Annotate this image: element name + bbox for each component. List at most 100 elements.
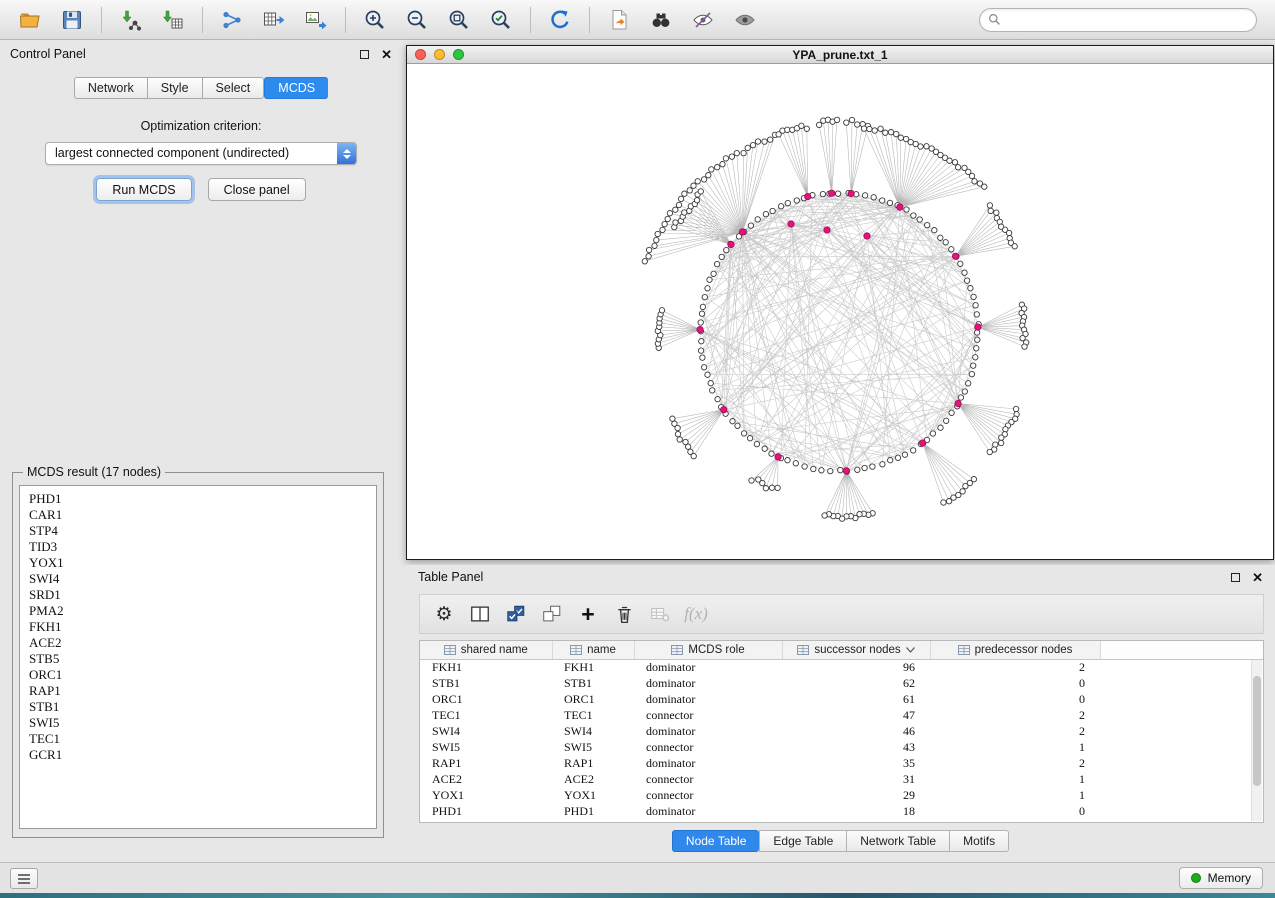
network-node[interactable] <box>924 144 929 149</box>
network-node[interactable] <box>820 191 825 196</box>
network-hub-node[interactable] <box>788 221 794 227</box>
network-node[interactable] <box>941 500 946 505</box>
tab-motifs[interactable]: Motifs <box>949 830 1009 852</box>
mcds-result-item[interactable]: STB1 <box>29 699 367 715</box>
network-hub-node[interactable] <box>829 190 835 196</box>
network-node[interactable] <box>687 188 692 193</box>
network-node[interactable] <box>769 485 774 490</box>
network-node[interactable] <box>710 388 715 393</box>
panel-menu-button[interactable] <box>10 868 38 889</box>
network-node[interactable] <box>958 395 963 400</box>
network-node[interactable] <box>699 311 704 316</box>
tab-node-table[interactable]: Node Table <box>672 830 760 852</box>
minimize-window-icon[interactable] <box>434 49 445 60</box>
network-node[interactable] <box>849 117 854 122</box>
network-node[interactable] <box>698 320 703 325</box>
network-node[interactable] <box>646 247 651 252</box>
mcds-result-item[interactable]: RAP1 <box>29 683 367 699</box>
close-window-icon[interactable] <box>415 49 426 60</box>
network-node[interactable] <box>802 464 807 469</box>
network-node[interactable] <box>768 137 773 142</box>
network-node[interactable] <box>862 465 867 470</box>
network-hub-node[interactable] <box>864 233 870 239</box>
mcds-result-item[interactable]: FKH1 <box>29 619 367 635</box>
network-node[interactable] <box>872 128 877 133</box>
mcds-result-item[interactable]: STP4 <box>29 523 367 539</box>
network-node[interactable] <box>911 213 916 218</box>
network-node[interactable] <box>694 198 699 203</box>
network-node[interactable] <box>799 123 804 128</box>
network-node[interactable] <box>1012 244 1017 249</box>
table-scrollbar-thumb[interactable] <box>1253 676 1261 785</box>
network-node[interactable] <box>667 211 672 216</box>
column-header-shared-name[interactable]: shared name <box>420 641 552 659</box>
network-node[interactable] <box>987 203 992 208</box>
network-hub-node[interactable] <box>843 468 849 474</box>
mcds-result-item[interactable]: ACE2 <box>29 635 367 651</box>
network-node[interactable] <box>659 308 664 313</box>
network-node[interactable] <box>958 261 963 266</box>
network-node[interactable] <box>888 458 893 463</box>
network-node[interactable] <box>975 337 980 342</box>
network-node[interactable] <box>700 304 705 309</box>
network-node[interactable] <box>973 303 978 308</box>
network-hub-node[interactable] <box>721 407 727 413</box>
network-node[interactable] <box>699 339 704 344</box>
network-node[interactable] <box>867 126 872 131</box>
network-node[interactable] <box>952 160 957 165</box>
network-node[interactable] <box>723 156 728 161</box>
network-window-titlebar[interactable]: YPA_prune.txt_1 <box>407 46 1273 64</box>
mcds-result-item[interactable]: PHD1 <box>29 491 367 507</box>
network-node[interactable] <box>770 208 775 213</box>
mcds-result-item[interactable]: GCR1 <box>29 747 367 763</box>
delete-column-button[interactable] <box>608 599 640 629</box>
network-node[interactable] <box>715 397 720 402</box>
network-hub-node[interactable] <box>952 253 958 259</box>
network-node[interactable] <box>682 191 687 196</box>
hide-graphics-details-button[interactable] <box>683 3 723 37</box>
network-node[interactable] <box>706 173 711 178</box>
select-all-rows-button[interactable] <box>500 599 532 629</box>
table-row[interactable]: YOX1YOX1connector291 <box>420 787 1263 803</box>
tab-edge-table[interactable]: Edge Table <box>759 830 846 852</box>
network-node[interactable] <box>714 261 719 266</box>
network-node[interactable] <box>968 286 973 291</box>
network-node[interactable] <box>675 431 680 436</box>
network-node[interactable] <box>998 440 1003 445</box>
network-node[interactable] <box>662 221 667 226</box>
table-row[interactable]: PHD1PHD1dominator180 <box>420 803 1263 819</box>
network-node[interactable] <box>755 217 760 222</box>
network-node[interactable] <box>878 126 883 131</box>
close-panel-icon[interactable]: ✕ <box>1252 571 1263 584</box>
network-node[interactable] <box>1003 427 1008 432</box>
network-node[interactable] <box>944 418 949 423</box>
network-node[interactable] <box>660 227 665 232</box>
network-node[interactable] <box>964 278 969 283</box>
network-node[interactable] <box>925 222 930 227</box>
zoom-fit-button[interactable] <box>439 3 479 37</box>
network-node[interactable] <box>698 189 703 194</box>
float-panel-icon[interactable] <box>1231 573 1240 582</box>
network-node[interactable] <box>982 184 987 189</box>
network-hub-node[interactable] <box>697 326 703 332</box>
network-node[interactable] <box>707 277 712 282</box>
document-share-button[interactable] <box>599 3 639 37</box>
network-node[interactable] <box>702 294 707 299</box>
network-node[interactable] <box>762 139 767 144</box>
network-node[interactable] <box>665 216 670 221</box>
network-node[interactable] <box>749 478 754 483</box>
network-node[interactable] <box>745 145 750 150</box>
network-node[interactable] <box>754 441 759 446</box>
table-settings-button[interactable]: ⚙ <box>428 599 460 629</box>
save-session-button[interactable] <box>52 3 92 37</box>
network-hub-node[interactable] <box>775 454 781 460</box>
network-hub-node[interactable] <box>920 440 926 446</box>
mcds-result-item[interactable]: STB5 <box>29 651 367 667</box>
network-node[interactable] <box>709 167 714 172</box>
network-node[interactable] <box>676 202 681 207</box>
node-table[interactable]: shared name name MCDS role successor nod… <box>419 640 1264 823</box>
network-node[interactable] <box>678 196 683 201</box>
network-node[interactable] <box>670 416 675 421</box>
function-builder-button[interactable]: f(x) <box>680 599 712 629</box>
network-node[interactable] <box>688 449 693 454</box>
